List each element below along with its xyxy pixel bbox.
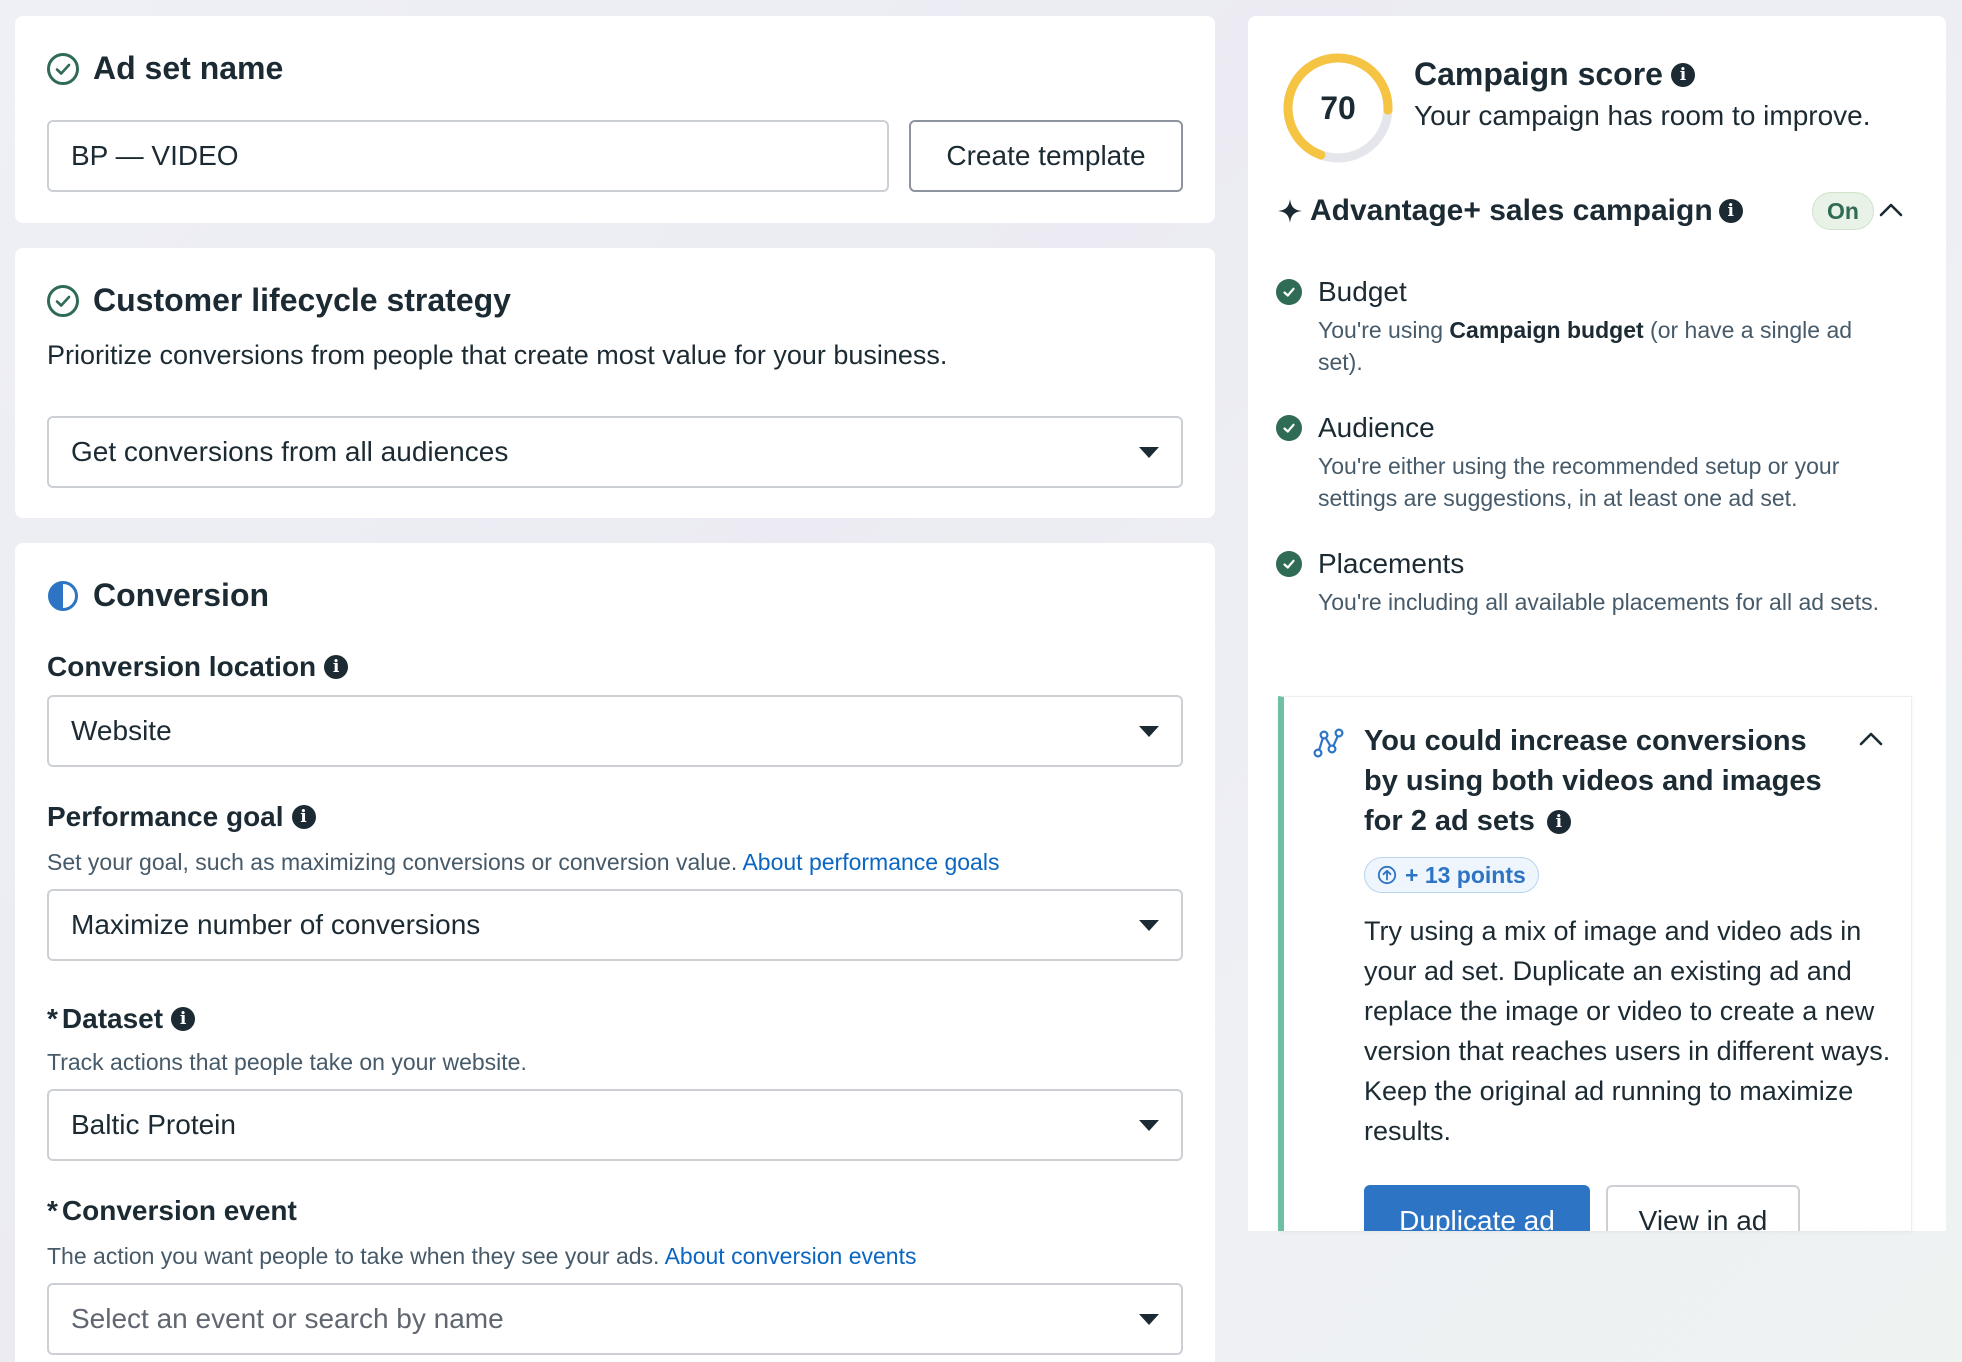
conversion-event-label: * Conversion event (47, 1195, 297, 1226)
ad-set-name-title: Ad set name (47, 50, 283, 87)
performance-goal-value: Maximize number of conversions (71, 909, 481, 940)
customer-lifecycle-heading: Customer lifecycle strategy (93, 282, 511, 318)
advantage-status-badge: On (1812, 192, 1874, 230)
conversion-card: Conversion Conversion location i Website… (15, 543, 1215, 1362)
dataset-helper: Track actions that people take on your w… (47, 1049, 527, 1075)
advantage-item-description: You're including all available placement… (1318, 589, 1879, 615)
caret-down-icon (1139, 919, 1159, 931)
required-asterisk: * (47, 1195, 58, 1226)
about-conversion-events-link[interactable]: About conversion events (665, 1243, 917, 1269)
customer-lifecycle-title: Customer lifecycle strategy (47, 282, 511, 319)
recommendation-body: Try using a mix of image and video ads i… (1364, 916, 1891, 1146)
points-value: + 13 points (1405, 861, 1526, 888)
arrow-up-circle-icon (1377, 865, 1397, 885)
info-icon[interactable]: i (1718, 199, 1743, 223)
campaign-score-subtitle: Your campaign has room to improve. (1414, 100, 1871, 131)
ad-set-name-input[interactable]: BP — VIDEO (47, 120, 889, 192)
advantage-item-audience: Audience You're either using the recomme… (1276, 412, 1896, 514)
conversion-event-placeholder: Select an event or search by name (71, 1303, 504, 1334)
conversion-location-label: Conversion location i (47, 651, 349, 683)
performance-goal-helper: Set your goal, such as maximizing conver… (47, 849, 1000, 875)
conversion-location-select[interactable]: Website (47, 695, 1183, 767)
info-icon[interactable]: i (1546, 810, 1571, 835)
ad-set-name-heading: Ad set name (93, 50, 284, 86)
check-circle-icon (1276, 551, 1302, 577)
advantage-item-title: Placements (1318, 548, 1465, 579)
recommendation-card: You could increase conversions by using … (1278, 696, 1912, 1231)
info-icon[interactable]: i (1670, 62, 1695, 87)
performance-goal-label: Performance goal i (47, 801, 316, 833)
advantage-item-budget: Budget You're using Campaign budget (or … (1276, 276, 1896, 378)
check-circle-icon (1276, 279, 1302, 305)
advantage-header: Advantage+ sales campaign i (1276, 194, 1743, 228)
performance-goal-select[interactable]: Maximize number of conversions (47, 889, 1183, 961)
check-circle-icon (1276, 415, 1302, 441)
required-asterisk: * (47, 1003, 58, 1034)
view-in-ad-button[interactable]: View in ad (1606, 1185, 1800, 1231)
lifecycle-strategy-select[interactable]: Get conversions from all audiences (47, 416, 1183, 488)
advantage-item-title: Audience (1318, 412, 1435, 443)
points-badge: + 13 points (1364, 857, 1539, 893)
half-circle-icon (47, 580, 79, 612)
dataset-select[interactable]: Baltic Protein (47, 1089, 1183, 1161)
info-icon[interactable]: i (291, 805, 316, 829)
advantage-item-placements: Placements You're including all availabl… (1276, 548, 1896, 618)
view-in-ad-label: View in ad (1638, 1205, 1768, 1231)
collapse-chevron-up-icon[interactable] (1878, 200, 1904, 225)
collapse-chevron-up-icon[interactable] (1858, 729, 1884, 754)
sparkle-icon (1276, 197, 1304, 225)
lifecycle-strategy-value: Get conversions from all audiences (71, 436, 509, 467)
info-icon[interactable]: i (324, 655, 349, 679)
conversion-event-helper: The action you want people to take when … (47, 1243, 917, 1269)
caret-down-icon (1139, 446, 1159, 458)
campaign-score-title: Campaign score i (1414, 56, 1695, 93)
info-icon[interactable]: i (171, 1007, 196, 1031)
about-performance-goals-link[interactable]: About performance goals (742, 849, 999, 875)
advantage-item-description: You're either using the recommended setu… (1318, 453, 1840, 511)
duplicate-ad-label: Duplicate ad (1399, 1205, 1555, 1231)
conversion-location-value: Website (71, 715, 172, 746)
advantage-item-title: Budget (1318, 276, 1407, 307)
check-circle-icon (47, 284, 79, 317)
customer-lifecycle-card: Customer lifecycle strategy Prioritize c… (15, 248, 1215, 518)
conversion-title: Conversion (47, 577, 269, 614)
recommendation-nodes-icon (1312, 727, 1344, 764)
campaign-score-value: 70 (1320, 89, 1356, 126)
conversion-event-select[interactable]: Select an event or search by name (47, 1283, 1183, 1355)
customer-lifecycle-description: Prioritize conversions from people that … (47, 340, 948, 370)
create-template-button[interactable]: Create template (909, 120, 1183, 192)
ad-set-name-card: Ad set name BP — VIDEO Create template (15, 16, 1215, 223)
caret-down-icon (1139, 725, 1159, 737)
dataset-value: Baltic Protein (71, 1109, 236, 1140)
ad-set-name-value: BP — VIDEO (71, 140, 239, 171)
conversion-heading: Conversion (93, 577, 270, 613)
caret-down-icon (1139, 1119, 1159, 1131)
duplicate-ad-button[interactable]: Duplicate ad (1364, 1185, 1590, 1231)
dataset-label: * Dataset i (47, 1003, 196, 1035)
caret-down-icon (1139, 1313, 1159, 1325)
advantage-item-description: You're using Campaign budget (or have a … (1318, 317, 1853, 375)
create-template-label: Create template (946, 140, 1146, 171)
campaign-score-ring: 70 (1280, 50, 1396, 166)
advantage-title: Advantage+ sales campaign (1310, 194, 1713, 227)
recommendation-title: You could increase conversions by using … (1364, 725, 1822, 837)
check-circle-icon (47, 52, 79, 85)
